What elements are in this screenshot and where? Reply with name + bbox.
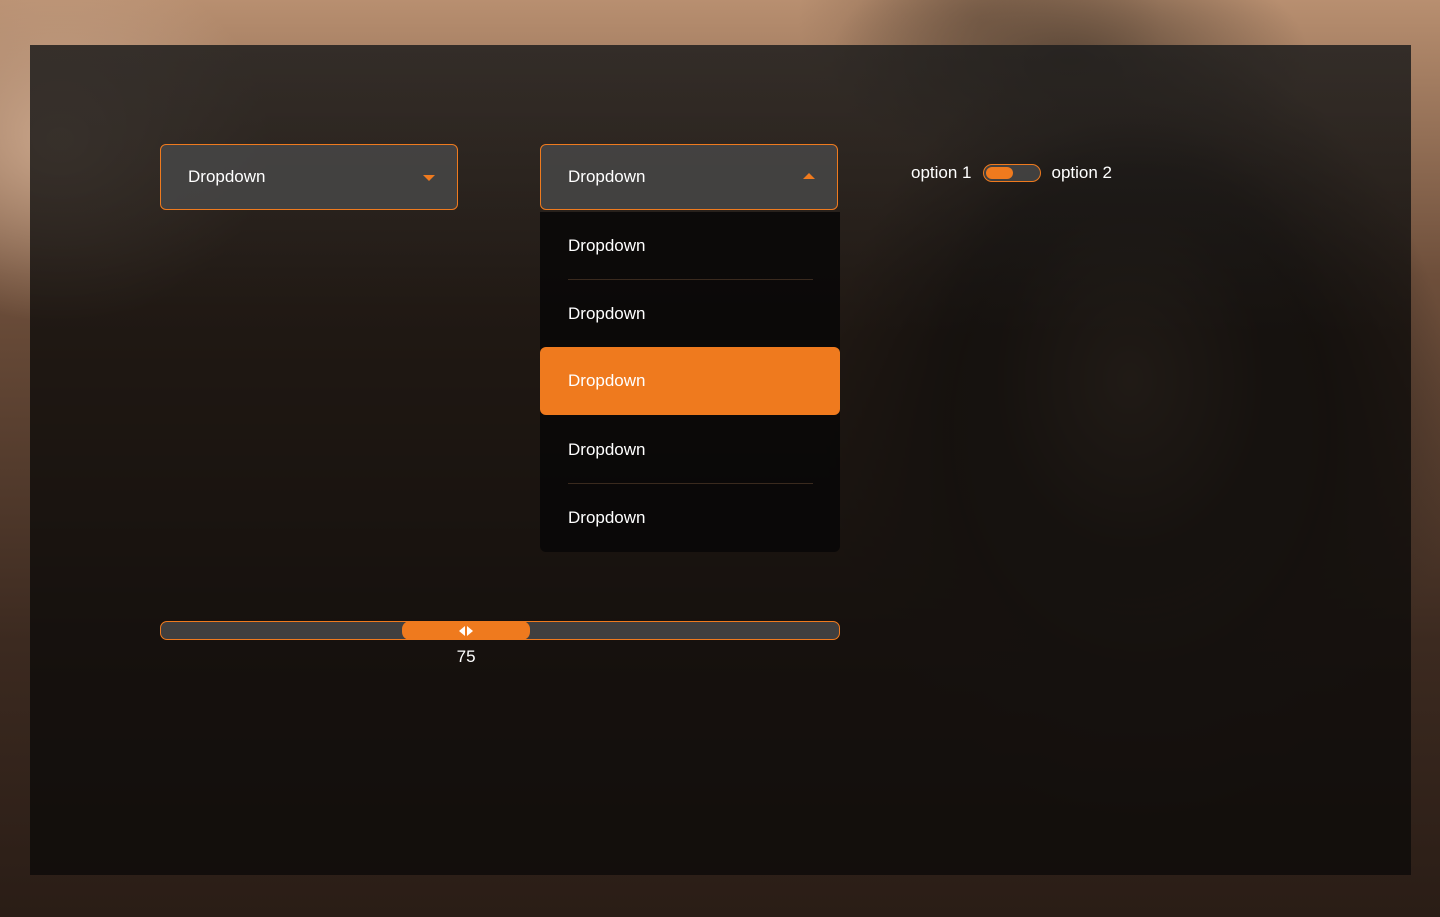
dropdown-closed-label: Dropdown (188, 167, 266, 186)
dropdown-option-2[interactable]: Dropdown (540, 280, 840, 348)
dropdown-option-label: Dropdown (568, 371, 646, 390)
caret-up-icon (803, 173, 815, 179)
arrow-left-icon (459, 625, 466, 636)
option-toggle-group: option 1 option 2 (911, 160, 1112, 186)
dropdown-option-label: Dropdown (568, 304, 646, 323)
toggle-right-label[interactable]: option 2 (1052, 163, 1113, 183)
dropdown-option-5[interactable]: Dropdown (540, 484, 840, 552)
dropdown-menu: Dropdown Dropdown Dropdown Dropdown Drop… (540, 212, 840, 552)
dropdown-option-4[interactable]: Dropdown (540, 416, 840, 484)
dropdown-option-label: Dropdown (568, 440, 646, 459)
dropdown-open-label: Dropdown (568, 167, 646, 186)
value-slider[interactable] (160, 621, 840, 640)
slider-value-label: 75 (456, 647, 476, 666)
caret-down-icon (423, 175, 435, 181)
slider-handle[interactable] (402, 621, 531, 640)
double-arrow-icon (459, 625, 474, 636)
dropdown-option-1[interactable]: Dropdown (540, 212, 840, 280)
dropdown-option-label: Dropdown (568, 508, 646, 527)
dropdown-option-3-selected[interactable]: Dropdown (540, 347, 840, 415)
toggle-left-label[interactable]: option 1 (911, 163, 972, 183)
arrow-right-icon (467, 625, 474, 636)
dropdown-option-label: Dropdown (568, 236, 646, 255)
dropdown-closed[interactable]: Dropdown (160, 144, 458, 210)
option-toggle[interactable] (982, 164, 1041, 182)
toggle-knob[interactable] (985, 167, 1013, 179)
dropdown-open[interactable]: Dropdown (540, 144, 838, 210)
